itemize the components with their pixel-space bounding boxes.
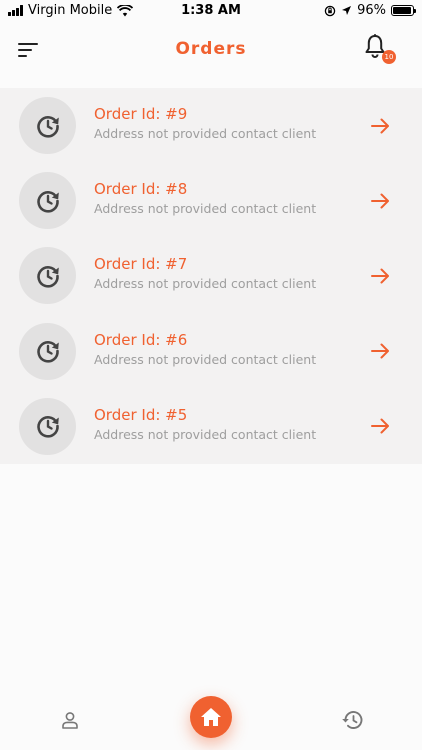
arrow-right-icon <box>370 118 389 134</box>
nav-history-button[interactable] <box>340 708 364 732</box>
order-row-7[interactable]: Order Id: #7 Address not provided contac… <box>0 238 422 313</box>
arrow-right-icon <box>370 268 389 284</box>
order-avatar <box>19 172 76 230</box>
order-row-6[interactable]: Order Id: #6 Address not provided contac… <box>0 314 422 389</box>
order-title: Order Id: #5 <box>94 405 188 424</box>
clock-history-icon <box>36 190 59 213</box>
order-address: Address not provided contact client <box>94 126 317 141</box>
app-header: Orders 10 <box>0 22 422 78</box>
clock-history-icon <box>36 341 59 363</box>
open-order-button[interactable] <box>368 189 392 213</box>
location-icon <box>342 6 352 15</box>
clock-history-icon <box>36 265 59 288</box>
arrow-right-icon <box>370 343 389 359</box>
open-order-button[interactable] <box>368 414 392 438</box>
open-order-button[interactable] <box>368 114 392 138</box>
order-title: Order Id: #9 <box>94 105 188 123</box>
arrow-right-icon <box>370 193 389 209</box>
order-avatar <box>19 397 76 455</box>
order-address: Address not provided contact client <box>94 201 317 217</box>
page-title: Orders <box>175 39 247 59</box>
order-text: Order Id: #7 Address not provided contac… <box>94 255 316 291</box>
order-address: Address not provided contact client <box>94 351 317 367</box>
open-order-button[interactable] <box>368 264 392 288</box>
arrow-right-icon <box>370 418 389 434</box>
notifications-button[interactable]: 10 <box>364 34 396 66</box>
bottom-nav <box>0 690 422 750</box>
order-address: Address not provided contact client <box>94 426 317 442</box>
order-row-5[interactable]: Order Id: #5 Address not provided contac… <box>0 389 422 464</box>
order-avatar <box>19 247 76 305</box>
order-row-9[interactable]: Order Id: #9 Address not provided contac… <box>0 88 422 163</box>
order-text: Order Id: #6 Address not provided contac… <box>94 331 316 367</box>
order-avatar <box>19 97 76 155</box>
orders-screen: Virgin Mobile 1:38 AM 96% Orders 10 Orde… <box>0 0 422 750</box>
order-row-8[interactable]: Order Id: #8 Address not provided contac… <box>0 163 422 238</box>
order-title: Order Id: #7 <box>94 255 188 274</box>
battery-icon <box>391 5 416 16</box>
order-list: Order Id: #9 Address not provided contac… <box>0 88 422 464</box>
menu-button[interactable] <box>14 36 42 64</box>
order-text: Order Id: #9 Address not provided contac… <box>94 105 316 141</box>
status-right: 96% <box>324 3 416 18</box>
order-title: Order Id: #8 <box>94 180 188 199</box>
status-bar: Virgin Mobile 1:38 AM 96% <box>0 0 422 22</box>
clock-history-icon <box>36 416 59 438</box>
person-icon <box>62 712 78 729</box>
notification-badge: 10 <box>382 50 396 64</box>
order-title: Order Id: #6 <box>94 330 188 349</box>
nav-home-button[interactable] <box>190 696 232 738</box>
order-text: Order Id: #8 Address not provided contac… <box>94 180 316 216</box>
home-icon <box>201 708 221 726</box>
order-address: Address not provided contact client <box>94 276 317 292</box>
open-order-button[interactable] <box>368 339 392 363</box>
battery-percent: 96% <box>357 3 386 18</box>
order-text: Order Id: #5 Address not provided contac… <box>94 406 316 442</box>
menu-icon <box>18 43 38 57</box>
orientation-lock-icon <box>324 5 336 16</box>
history-icon <box>342 711 363 729</box>
order-avatar <box>19 322 76 380</box>
clock-history-icon <box>36 115 59 138</box>
nav-profile-button[interactable] <box>58 708 82 732</box>
